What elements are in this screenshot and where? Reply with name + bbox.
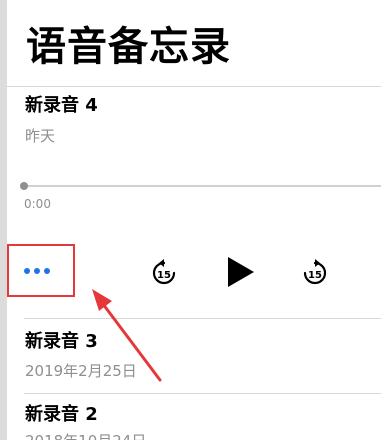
play-icon bbox=[228, 257, 254, 287]
skip-forward-15-button[interactable]: 15 bbox=[302, 258, 328, 286]
skip-back-15-button[interactable]: 15 bbox=[151, 258, 177, 286]
skip-forward-seconds: 15 bbox=[308, 270, 322, 281]
recording-date: 2019年2月25日 bbox=[25, 362, 137, 380]
recording-date: 昨天 bbox=[25, 127, 56, 145]
divider bbox=[7, 86, 381, 87]
scrubber-handle[interactable] bbox=[20, 182, 28, 190]
divider bbox=[24, 393, 381, 394]
recording-name: 新录音 3 bbox=[25, 331, 98, 352]
recording-name: 新录音 2 bbox=[25, 404, 98, 425]
elapsed-time: 0:00 bbox=[24, 197, 51, 211]
highlight-box bbox=[7, 244, 75, 297]
play-button[interactable] bbox=[226, 256, 256, 288]
page-title: 语音备忘录 bbox=[26, 24, 231, 70]
playback-scrubber[interactable] bbox=[24, 185, 381, 187]
left-edge-strip bbox=[0, 0, 7, 440]
recording-name: 新录音 4 bbox=[25, 95, 98, 116]
voice-memos-screen: 语音备忘录 新录音 4 昨天 0:00 15 15 新录音 3 2019年2月2… bbox=[0, 0, 381, 440]
divider bbox=[24, 318, 381, 319]
recording-date: 2018年10月24日 bbox=[25, 431, 146, 440]
skip-back-seconds: 15 bbox=[157, 270, 171, 281]
